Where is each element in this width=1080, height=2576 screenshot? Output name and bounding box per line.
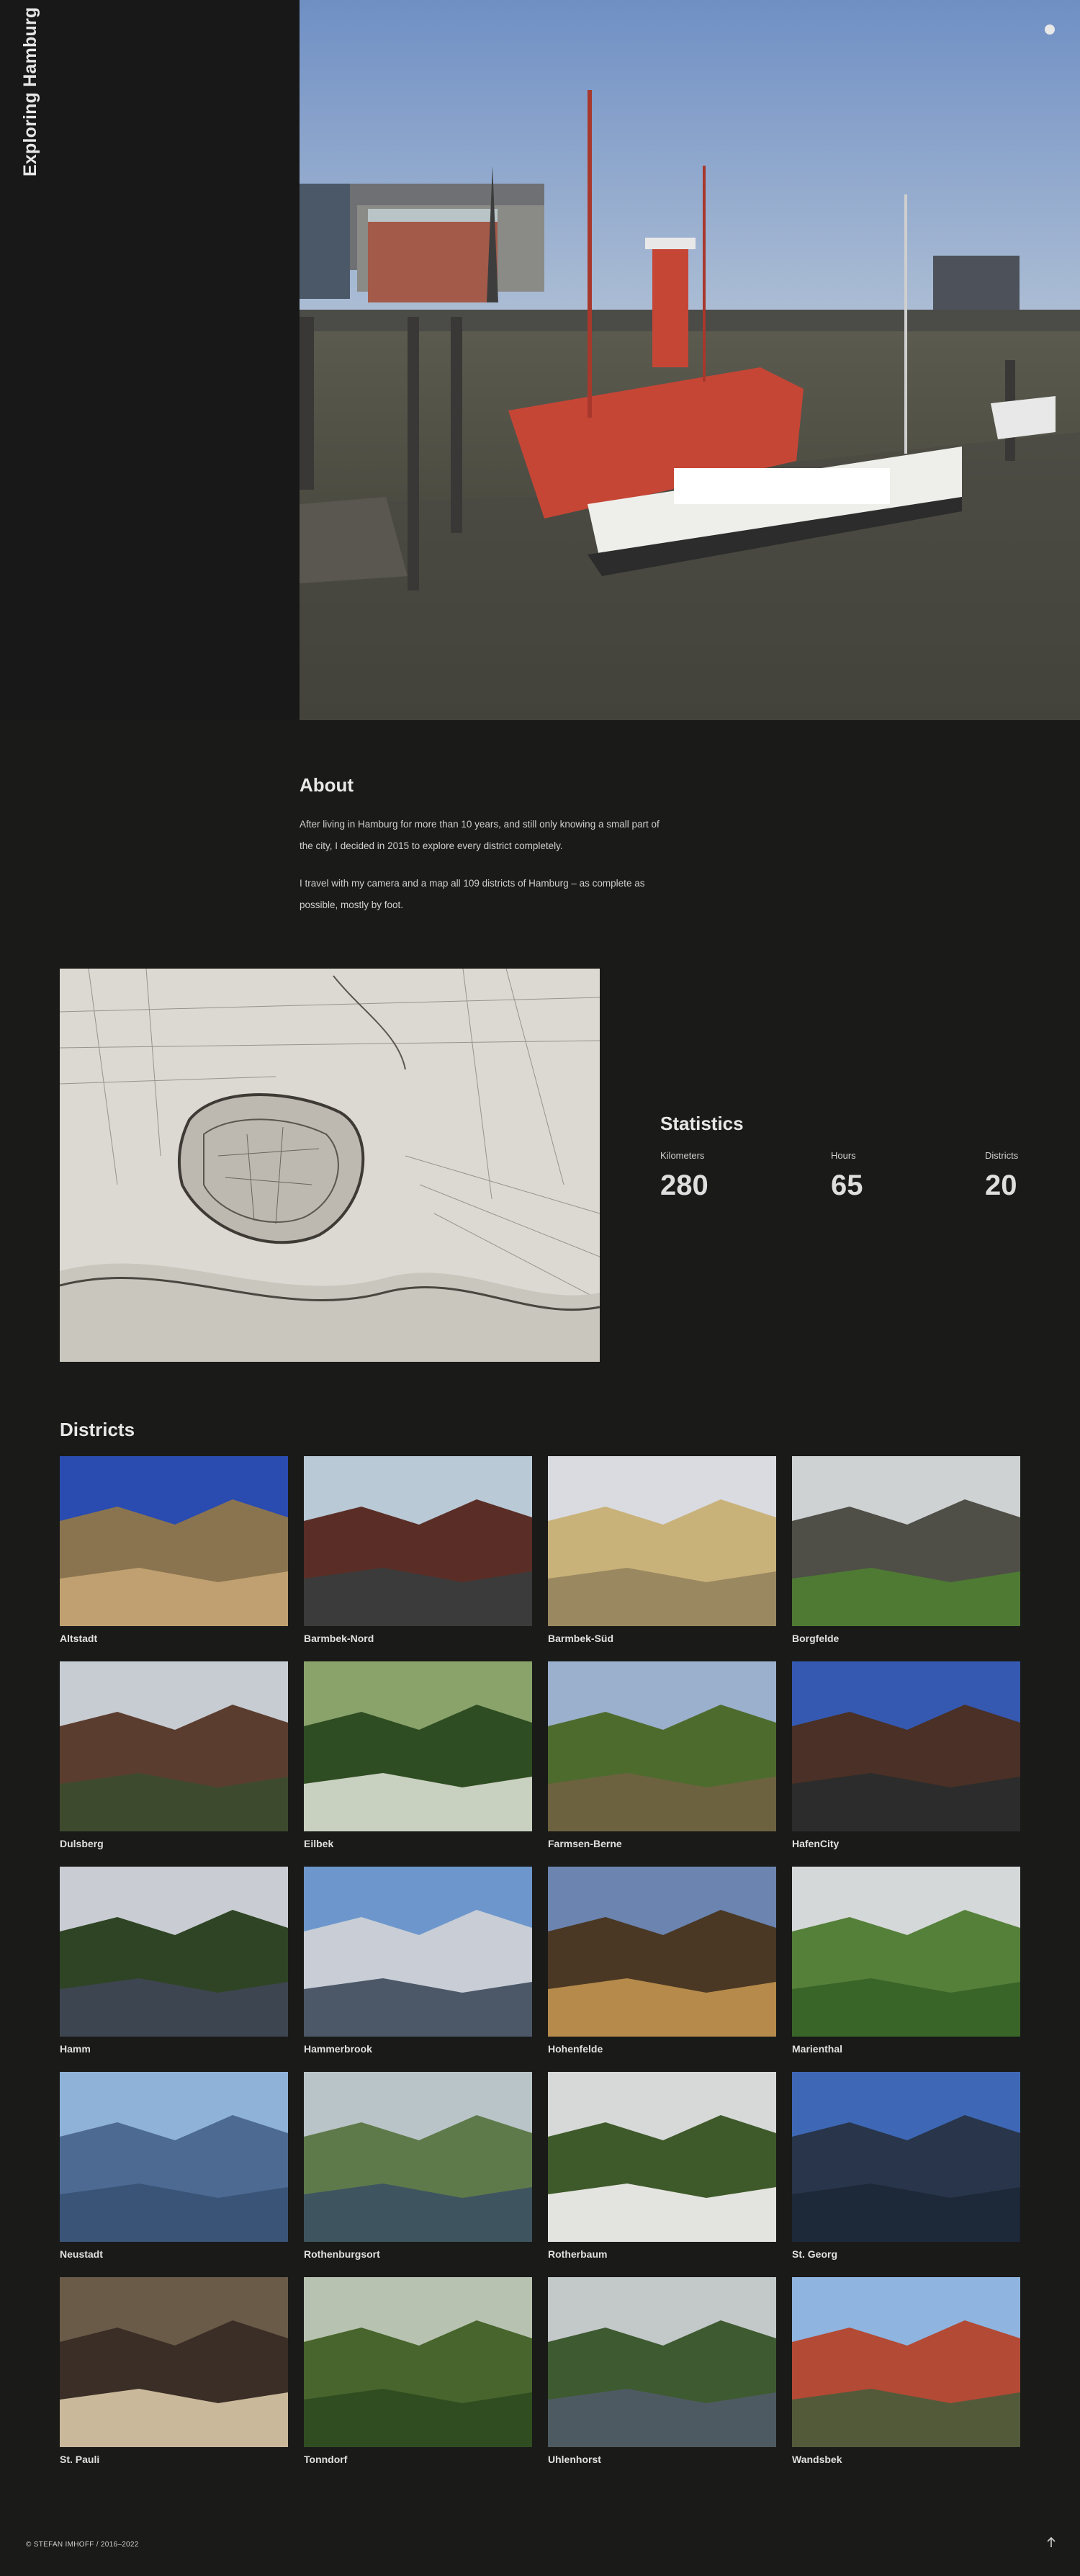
stat-value: 20 (985, 1170, 1017, 1201)
district-name: Hammerbrook (304, 2043, 372, 2055)
district-name: Neustadt (60, 2248, 103, 2260)
district-name: Rothenburgsort (304, 2248, 380, 2260)
district-tile[interactable]: HafenCity (792, 1661, 1020, 1849)
slideshow-indicator[interactable] (1045, 24, 1055, 35)
district-tile[interactable]: Hammerbrook (304, 1867, 532, 2055)
stat-label: Kilometers (660, 1150, 705, 1161)
district-name: Borgfelde (792, 1633, 840, 1644)
district-photo (792, 1456, 1020, 1626)
district-photo (548, 1661, 776, 1831)
district-tile[interactable]: Uhlenhorst (548, 2277, 776, 2465)
district-name: St. Pauli (60, 2454, 100, 2465)
district-name: Rotherbaum (548, 2248, 608, 2260)
district-photo (304, 2072, 532, 2242)
district-photo (548, 1867, 776, 2037)
back-to-top-button[interactable] (1044, 2535, 1058, 2549)
district-photo (60, 2072, 288, 2242)
about-section: About After living in Hamburg for more t… (300, 774, 660, 932)
district-name: Eilbek (304, 1838, 334, 1849)
district-tile[interactable]: St. Georg (792, 2072, 1020, 2260)
district-name: Barmbek-Süd (548, 1633, 614, 1644)
district-tile[interactable]: Borgfelde (792, 1456, 1020, 1644)
district-name: St. Georg (792, 2248, 838, 2260)
district-tile[interactable]: Wandsbek (792, 2277, 1020, 2465)
map-illustration (60, 969, 600, 1362)
district-photo (792, 1867, 1020, 2037)
harbour-photo (300, 0, 1080, 720)
district-name: Tonndorf (304, 2454, 348, 2465)
stat-value: 65 (831, 1170, 863, 1201)
district-tile[interactable]: Marienthal (792, 1867, 1020, 2055)
statistics-section: Statistics Kilometers 280 Hours 65 Distr… (660, 1113, 1020, 1201)
stat-label: Districts (985, 1150, 1019, 1161)
site-title-link[interactable]: Exploring Hamburg (20, 7, 41, 176)
district-tile[interactable]: Rothenburgsort (304, 2072, 532, 2260)
district-tile[interactable]: Neustadt (60, 2072, 288, 2260)
district-photo (792, 2277, 1020, 2447)
stat-districts: Districts 20 (985, 1150, 1018, 1202)
district-name: Hohenfelde (548, 2043, 603, 2055)
district-photo (548, 2072, 776, 2242)
district-photo (60, 2277, 288, 2447)
about-paragraph-2: I travel with my camera and a map all 10… (300, 878, 645, 910)
stat-value: 280 (660, 1170, 708, 1201)
district-photo (548, 2277, 776, 2447)
district-tile[interactable]: Altstadt (60, 1456, 288, 1644)
district-photo (304, 1661, 532, 1831)
district-tile[interactable]: Farmsen-Berne (548, 1661, 776, 1849)
district-tile[interactable]: Hohenfelde (548, 1867, 776, 2055)
district-photo (792, 1661, 1020, 1831)
district-photo (304, 1867, 532, 2037)
district-name: Altstadt (60, 1633, 98, 1644)
stat-kilometers: Kilometers 280 (660, 1150, 708, 1202)
district-photo (304, 1456, 532, 1626)
footer-copyright: © STEFAN IMHOFF / 2016–2022 (26, 2541, 139, 2549)
stat-hours: Hours 65 (831, 1150, 863, 1202)
district-tile[interactable]: Barmbek-Nord (304, 1456, 532, 1644)
district-name: Barmbek-Nord (304, 1633, 374, 1644)
stat-label: Hours (831, 1150, 856, 1161)
district-tile[interactable]: Rotherbaum (548, 2072, 776, 2260)
districts-heading: Districts (60, 1419, 135, 1440)
arrow-up-icon (1047, 2536, 1056, 2547)
districts-section: Districts Altstadt Barmbek-Nord Barmbek-Sü… (60, 1419, 1020, 2465)
district-name: Hamm (60, 2043, 91, 2055)
district-tile[interactable]: Barmbek-Süd (548, 1456, 776, 1644)
district-photo (60, 1661, 288, 1831)
statistics-heading: Statistics (660, 1113, 744, 1134)
district-name: Uhlenhorst (548, 2454, 601, 2465)
district-tile[interactable]: Dulsberg (60, 1661, 288, 1849)
district-tile[interactable]: Eilbek (304, 1661, 532, 1849)
district-photo (304, 2277, 532, 2447)
district-tile[interactable]: St. Pauli (60, 2277, 288, 2465)
district-name: Marienthal (792, 2043, 843, 2055)
district-tile[interactable]: Hamm (60, 1867, 288, 2055)
district-photo (792, 2072, 1020, 2242)
district-tile[interactable]: Tonndorf (304, 2277, 532, 2465)
about-paragraph-1: After living in Hamburg for more than 10… (300, 819, 660, 851)
sidebar: Exploring Hamburg (0, 0, 300, 720)
district-name: Dulsberg (60, 1838, 104, 1849)
district-photo (60, 1867, 288, 2037)
historic-map-image (60, 969, 600, 1362)
district-name: Wandsbek (792, 2454, 842, 2465)
about-heading: About (300, 774, 354, 796)
district-name: HafenCity (792, 1838, 840, 1849)
hero-image (300, 0, 1080, 720)
district-name: Farmsen-Berne (548, 1838, 622, 1849)
district-photo (60, 1456, 288, 1626)
district-photo (548, 1456, 776, 1626)
